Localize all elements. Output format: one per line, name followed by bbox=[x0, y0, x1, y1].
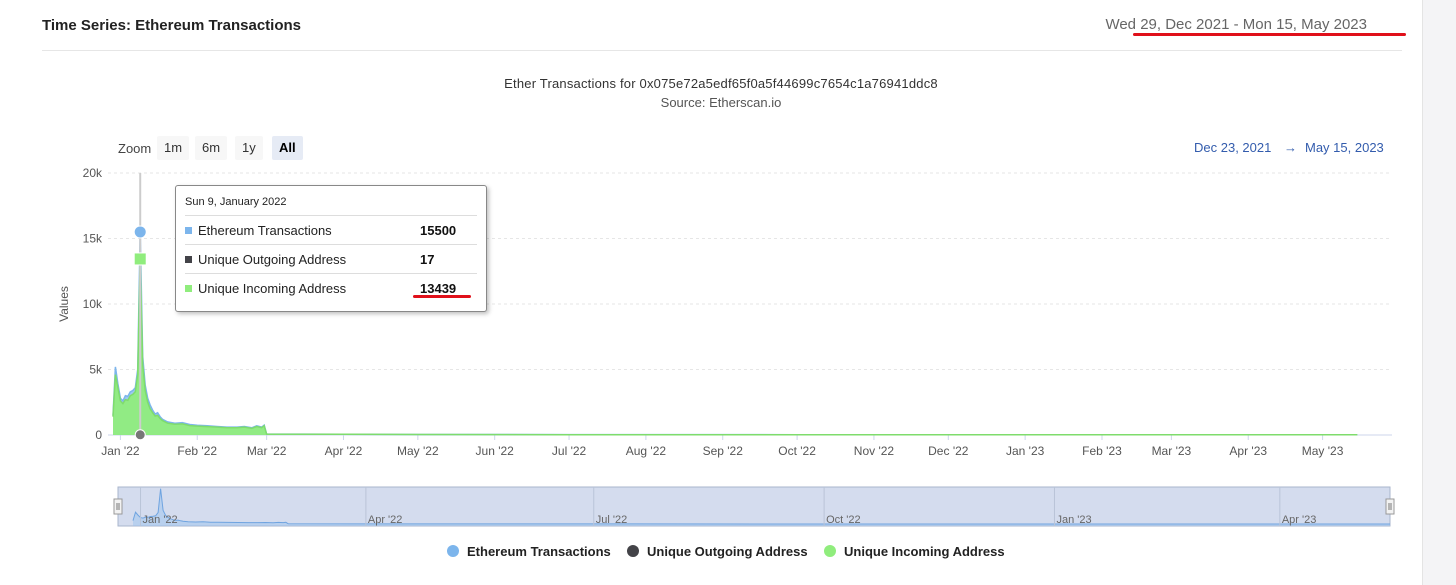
tooltip-series-value: 15500 bbox=[420, 223, 457, 238]
y-tick-label: 20k bbox=[83, 166, 103, 180]
x-tick-label: Aug '22 bbox=[626, 444, 667, 458]
y-tick-label: 5k bbox=[89, 363, 103, 377]
tooltip-value-annotation-underline bbox=[413, 295, 471, 298]
x-tick-label: Apr '22 bbox=[325, 444, 363, 458]
x-tick-label: Apr '23 bbox=[1229, 444, 1267, 458]
navigator-tick-label: Oct '22 bbox=[826, 514, 861, 526]
x-tick-label: Jun '22 bbox=[476, 444, 515, 458]
navigator-tick-label: Apr '22 bbox=[368, 514, 403, 526]
x-tick-label: Oct '22 bbox=[778, 444, 816, 458]
tooltip-date: Sun 9, January 2022 bbox=[185, 196, 287, 208]
y-tick-label: 10k bbox=[83, 297, 103, 311]
x-tick-label: Jan '22 bbox=[101, 444, 140, 458]
legend-item-incoming[interactable]: Unique Incoming Address bbox=[844, 544, 1005, 559]
legend-marker-transactions[interactable] bbox=[447, 545, 459, 557]
x-tick-label: Nov '22 bbox=[854, 444, 895, 458]
x-tick-label: Feb '23 bbox=[1082, 444, 1122, 458]
navigator-left-handle[interactable] bbox=[113, 498, 123, 515]
tooltip-series-name: Ethereum Transactions bbox=[198, 223, 332, 238]
x-tick-label: May '23 bbox=[1302, 444, 1344, 458]
x-tick-label: Jan '23 bbox=[1006, 444, 1045, 458]
x-tick-label: Jul '22 bbox=[552, 444, 587, 458]
tooltip-series-value: 17 bbox=[420, 252, 435, 267]
tooltip-row-outgoing: Unique Outgoing Address 17 bbox=[185, 244, 477, 273]
y-axis-title: Values bbox=[57, 286, 71, 322]
x-tick-label: May '22 bbox=[397, 444, 439, 458]
x-tick-label: Sep '22 bbox=[703, 444, 744, 458]
tooltip-series-name: Unique Outgoing Address bbox=[198, 252, 347, 267]
legend-item-outgoing[interactable]: Unique Outgoing Address bbox=[647, 544, 808, 559]
tooltip-series-value: 13439 bbox=[420, 281, 457, 296]
x-tick-label: Dec '22 bbox=[928, 444, 969, 458]
navigator-tick-label: Jan '23 bbox=[1056, 514, 1091, 526]
chart-panel: Time Series: Ethereum Transactions Wed 2… bbox=[0, 0, 1423, 585]
hover-marker-incoming bbox=[133, 252, 147, 266]
tooltip-swatch bbox=[185, 227, 192, 234]
chart-tooltip: Sun 9, January 2022 Ethereum Transaction… bbox=[175, 185, 487, 312]
tooltip-swatch bbox=[185, 256, 192, 263]
y-tick-label: 0 bbox=[95, 428, 102, 442]
x-tick-label: Feb '22 bbox=[177, 444, 217, 458]
x-tick-label: Mar '23 bbox=[1152, 444, 1192, 458]
hover-marker-outgoing bbox=[134, 429, 146, 441]
tooltip-series-name: Unique Incoming Address bbox=[198, 281, 347, 296]
navigator-selection bbox=[117, 486, 1391, 527]
legend-marker-incoming[interactable] bbox=[824, 545, 836, 557]
y-tick-label: 15k bbox=[83, 232, 103, 246]
navigator-tick-label: Jul '22 bbox=[596, 514, 627, 526]
tooltip-row-transactions: Ethereum Transactions 15500 bbox=[185, 215, 477, 244]
legend-marker-outgoing[interactable] bbox=[627, 545, 639, 557]
x-tick-label: Mar '22 bbox=[247, 444, 287, 458]
navigator-tick-label: Apr '23 bbox=[1282, 514, 1317, 526]
navigator-right-handle[interactable] bbox=[1385, 498, 1395, 515]
navigator-tick-label: Jan '22 bbox=[143, 514, 178, 526]
tooltip-swatch bbox=[185, 285, 192, 292]
legend-item-transactions[interactable]: Ethereum Transactions bbox=[467, 544, 611, 559]
hover-marker-transactions bbox=[133, 225, 147, 239]
